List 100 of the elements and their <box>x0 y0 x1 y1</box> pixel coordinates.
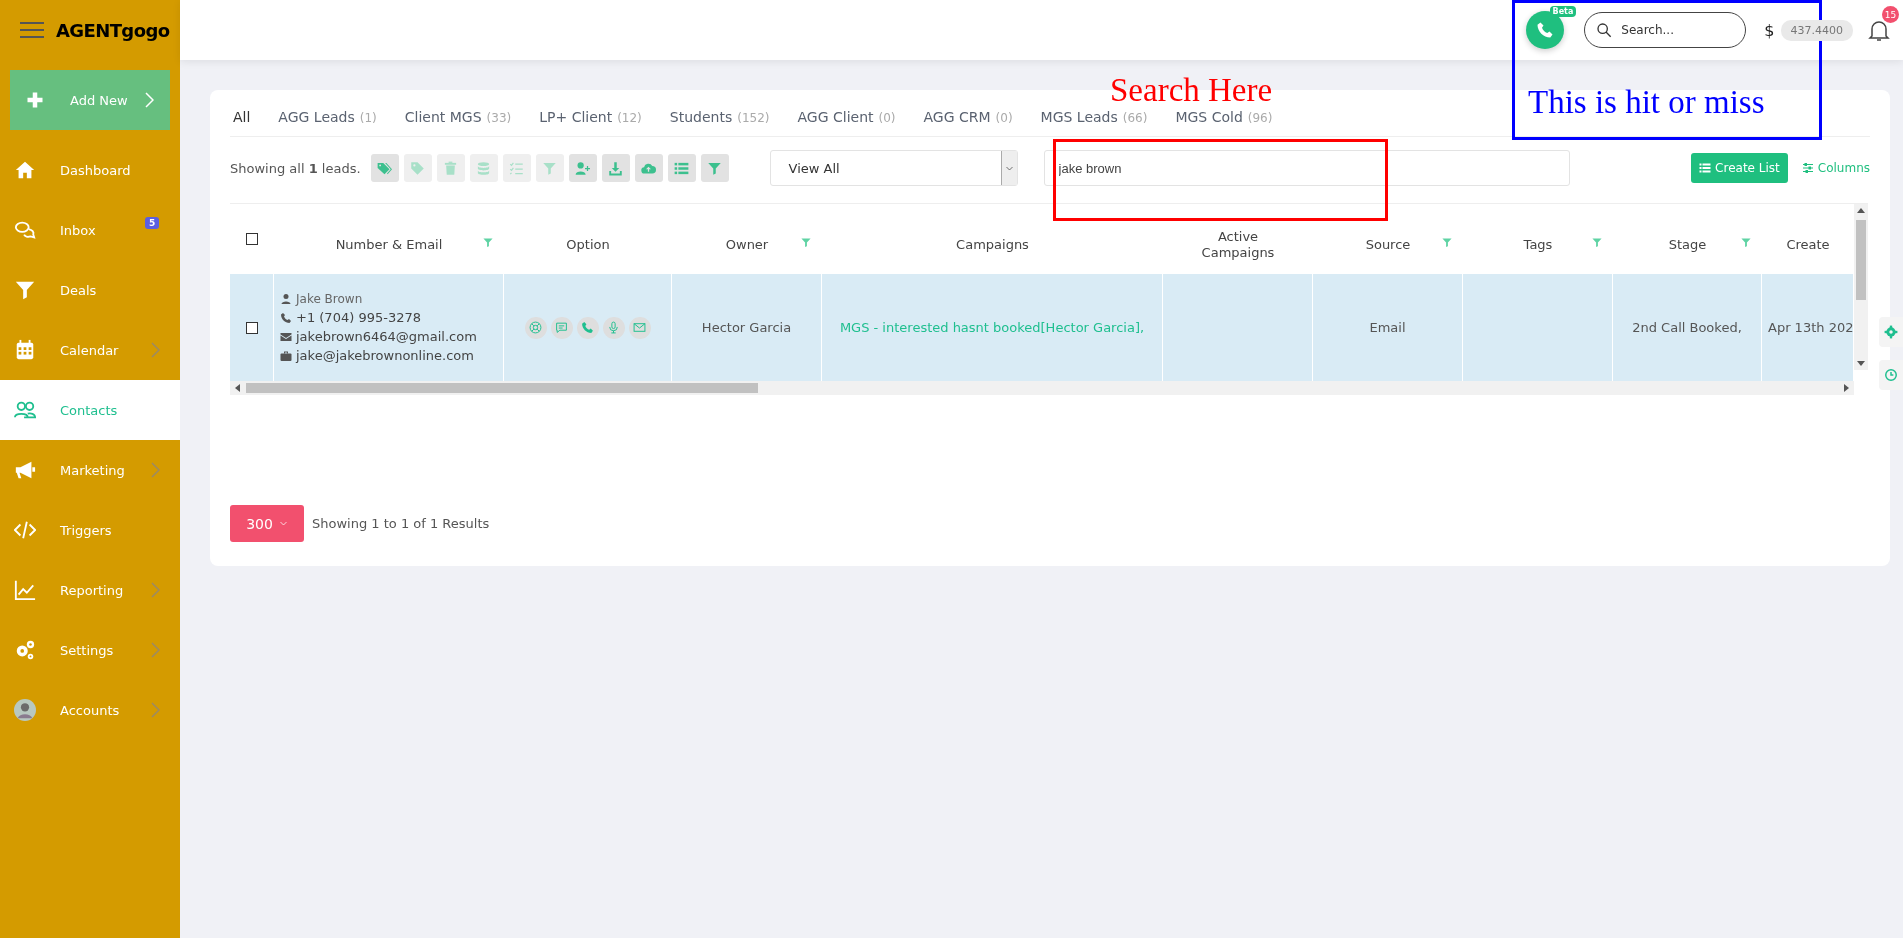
history-button[interactable] <box>1879 360 1903 390</box>
view-select[interactable]: View All <box>769 150 1018 186</box>
envelope-icon <box>280 330 292 343</box>
avatar-icon <box>14 699 36 721</box>
contact-name: Jake Brown <box>296 292 363 306</box>
cell-text: MGS - interested hasnt booked[Hector Garcia], <box>839 320 1145 335</box>
megaphone-icon <box>14 459 36 481</box>
tab[interactable]: LP+ Client (12) <box>539 109 642 125</box>
download-icon <box>608 160 624 176</box>
tab[interactable]: MGS Cold (96) <box>1175 109 1273 125</box>
count-badge: 5 <box>145 217 160 229</box>
checkbox[interactable] <box>245 321 258 334</box>
scroll-up-icon <box>1857 207 1865 215</box>
cell-text: Hector Garcia <box>701 320 792 335</box>
tag-icon <box>410 160 426 176</box>
filter-icon <box>707 160 723 176</box>
leads-summary: Showing all 1 leads. <box>230 160 361 176</box>
column-header[interactable]: Create <box>1786 225 1830 253</box>
filter-icon <box>14 279 36 301</box>
checklist-icon <box>509 160 525 176</box>
column-header[interactable]: Active Campaigns <box>1193 217 1283 261</box>
toolbar-button[interactable] <box>634 154 663 182</box>
calendar-icon <box>14 339 36 361</box>
cell-text: Apr 13th 202 <box>1768 320 1853 335</box>
email-address: jakebrown6464@gmail.com <box>296 329 477 344</box>
sliders-icon <box>1801 162 1814 174</box>
database-icon <box>476 160 492 176</box>
tab[interactable]: Client MGS (33) <box>404 109 512 125</box>
toolbar-button[interactable] <box>370 154 399 182</box>
column-header[interactable]: Number & Email <box>335 225 443 253</box>
logo: AGENTgogo <box>56 19 170 41</box>
toolbar-button[interactable] <box>700 154 729 182</box>
results-summary: Showing 1 to 1 of 1 Results <box>312 516 490 531</box>
notification-badge: 15 <box>1882 6 1899 23</box>
phone-icon <box>581 321 594 334</box>
list-icon <box>674 160 690 176</box>
option-button[interactable] <box>602 316 625 339</box>
email-address: jake@jakebrownonline.com <box>296 348 474 363</box>
option-button[interactable] <box>550 316 573 339</box>
checkbox[interactable] <box>246 233 258 245</box>
column-header[interactable]: Option <box>566 225 610 253</box>
phone-icon <box>280 311 292 324</box>
tab[interactable]: AGG CRM (0) <box>923 109 1013 125</box>
page-size-button[interactable]: 300 <box>230 505 304 542</box>
menu-icon[interactable] <box>20 21 44 39</box>
scroll-down-icon <box>1857 359 1865 367</box>
tab[interactable]: AGG Leads (1) <box>278 109 377 125</box>
phone-number: +1 (704) 995-3278 <box>296 310 421 325</box>
mail-icon <box>633 321 646 334</box>
scroll-left-icon <box>234 384 242 392</box>
clock-icon <box>1884 368 1898 382</box>
contacts-icon <box>14 399 36 421</box>
toolbar-button[interactable] <box>667 154 696 182</box>
option-button[interactable] <box>628 316 651 339</box>
annotation-label: This is hit or miss <box>1528 84 1765 121</box>
search-field[interactable]: jake brown <box>1043 150 1570 186</box>
chat-icon <box>14 219 36 241</box>
tab[interactable]: All <box>233 109 251 125</box>
add-user-icon <box>575 160 591 176</box>
trash-icon <box>443 160 459 176</box>
gears-icon <box>14 639 36 661</box>
briefcase-icon <box>280 349 292 362</box>
column-header[interactable]: Source <box>1365 225 1411 253</box>
scrollbar[interactable] <box>230 381 1854 395</box>
currency-sign: $ <box>1764 20 1775 40</box>
settings-button[interactable] <box>1879 317 1903 347</box>
home-icon <box>14 159 36 181</box>
option-button[interactable] <box>524 316 547 339</box>
caret-icon <box>278 519 288 528</box>
lifebuoy-icon <box>529 321 542 334</box>
search-field[interactable]: Search... <box>1584 12 1747 48</box>
plus-icon <box>26 91 44 109</box>
column-header[interactable]: Owner <box>725 225 769 253</box>
option-button[interactable] <box>576 316 599 339</box>
tab[interactable]: MGS Leads (66) <box>1040 109 1148 125</box>
annotation-label: Search Here <box>1110 72 1273 109</box>
chart-icon <box>14 579 36 601</box>
scrollbar[interactable] <box>1854 204 1868 370</box>
message-icon <box>555 321 568 334</box>
list-icon <box>1699 162 1712 174</box>
tab[interactable]: AGG Client (0) <box>797 109 896 125</box>
tab[interactable]: Students (152) <box>669 109 770 125</box>
microphone-icon <box>607 321 620 334</box>
bell-icon <box>1867 18 1891 42</box>
tags-icon <box>377 160 393 176</box>
code-icon <box>14 519 36 541</box>
column-header[interactable]: Campaigns <box>956 225 1029 253</box>
sidebar-item[interactable]: Inbox 5 <box>0 200 180 260</box>
column-header[interactable]: Stage <box>1668 225 1707 253</box>
user-icon <box>280 293 292 305</box>
toolbar-button[interactable] <box>601 154 630 182</box>
column-header[interactable]: Tags <box>1523 225 1553 253</box>
chevron-icon <box>144 92 154 108</box>
beta-badge: Beta <box>1549 6 1577 17</box>
scroll-right-icon <box>1842 384 1850 392</box>
balance: 437.4400 <box>1780 19 1853 41</box>
cell-text: 2nd Call Booked, <box>1632 320 1742 335</box>
toolbar-button[interactable] <box>568 154 597 182</box>
filter-icon <box>542 160 558 176</box>
cell-text: Email <box>1369 320 1406 335</box>
